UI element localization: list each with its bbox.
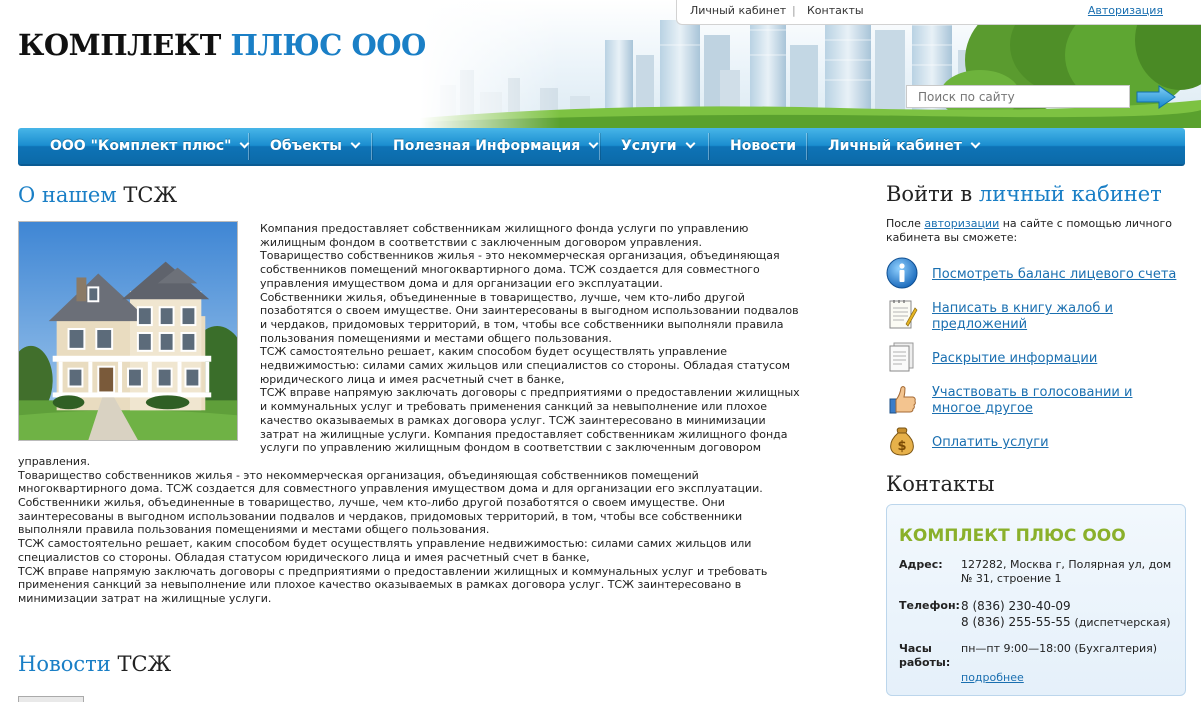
about-paragraph: ТСЖ вправе напрямую заключать договоры с… xyxy=(18,564,768,605)
nav-item-news[interactable]: Новости xyxy=(730,128,796,164)
phone-label: Телефон: xyxy=(899,599,960,612)
info-icon xyxy=(886,257,918,289)
nav-divider xyxy=(806,133,807,160)
address-label: Адрес: xyxy=(899,558,943,571)
phone-2-note: (диспетчерская) xyxy=(1074,616,1171,629)
voting-link[interactable]: Участвовать в голосовании и многое друго… xyxy=(932,385,1180,417)
nav-item-label: Личный кабинет xyxy=(828,138,962,154)
login-intro-text: После xyxy=(886,217,925,230)
chevron-down-icon xyxy=(970,138,981,149)
nav-item-services[interactable]: Услуги xyxy=(621,128,696,164)
notepad-icon xyxy=(889,300,918,329)
complaints-book-link[interactable]: Написать в книгу жалоб и предложений xyxy=(932,301,1180,333)
about-title-dark: ТСЖ xyxy=(123,183,178,207)
contacts-title: Контакты xyxy=(886,472,995,496)
main-nav: ООО "Комплект плюс" Объекты Полезная Инф… xyxy=(18,128,1185,166)
authorization-link[interactable]: авторизации xyxy=(924,217,999,230)
pay-services-link[interactable]: Оплатить услуги xyxy=(932,435,1180,451)
login-intro: После авторизации на сайте с помощью лич… xyxy=(886,217,1176,245)
about-title-blue: О нашем xyxy=(18,183,117,207)
logo-part-2: ПЛЮС ООО xyxy=(230,28,426,62)
phone-1: 8 (836) 230-40-09 xyxy=(961,599,1071,613)
auth-link[interactable]: Авторизация xyxy=(1088,4,1163,17)
nav-divider xyxy=(371,133,372,160)
search-submit-arrow-icon[interactable] xyxy=(1135,84,1177,110)
contacts-company-name: КОМПЛЕКТ ПЛЮС ООО xyxy=(899,526,1126,546)
header: КОМПЛЕКТ ПЛЮС ООО Личный кабинет | Конта… xyxy=(0,0,1201,128)
disclosure-link[interactable]: Раскрытие информации xyxy=(932,351,1180,367)
login-title-dark: Войти в xyxy=(886,182,973,206)
search-input[interactable] xyxy=(906,85,1130,108)
chevron-down-icon xyxy=(588,138,599,149)
contacts-title-text: Контакты xyxy=(886,472,995,496)
nav-item-label: ООО "Комплект плюс" xyxy=(50,138,232,154)
document-icon xyxy=(889,342,914,372)
nav-item-label: Услуги xyxy=(621,138,677,154)
news-title: Новости ТСЖ xyxy=(18,652,171,676)
nav-item-objects[interactable]: Объекты xyxy=(270,128,361,164)
balance-link[interactable]: Посмотреть баланс лицевого счета xyxy=(932,267,1180,283)
address-value: 127282, Москва г, Полярная ул, дом № 31,… xyxy=(961,558,1172,585)
nav-item-label: Объекты xyxy=(270,138,342,154)
about-title: О нашем ТСЖ xyxy=(18,183,177,207)
chevron-down-icon xyxy=(350,138,361,149)
nav-item-personal-cabinet[interactable]: Личный кабинет xyxy=(828,128,981,164)
nav-item-label: Новости xyxy=(730,138,797,154)
phone-2-row: 8 (836) 255-55-55 (диспетчерская) xyxy=(961,615,1176,630)
hours-value: пн—пт 9:00—18:00 (Бухгалтерия) xyxy=(961,642,1158,655)
nav-item-useful-info[interactable]: Полезная Информация xyxy=(393,128,599,164)
about-paragraph: Товарищество собственников жилья - это н… xyxy=(18,468,763,496)
nav-item-label: Полезная Информация xyxy=(393,138,581,154)
news-title-dark: ТСЖ xyxy=(117,652,172,676)
money-bag-icon: $ xyxy=(890,427,914,456)
top-link-cabinet[interactable]: Личный кабинет xyxy=(690,4,786,17)
nav-item-company[interactable]: ООО "Комплект плюс" xyxy=(50,128,250,164)
login-title-blue: личный кабинет xyxy=(978,182,1162,206)
nav-divider xyxy=(599,133,600,160)
contacts-box: КОМПЛЕКТ ПЛЮС ООО Адрес: 127282, Москва … xyxy=(886,504,1186,696)
house-photo xyxy=(18,221,238,441)
contacts-more-link[interactable]: подробнее xyxy=(961,671,1024,684)
news-title-blue: Новости xyxy=(18,652,111,676)
top-link-contacts[interactable]: Контакты xyxy=(807,4,864,17)
site-logo[interactable]: КОМПЛЕКТ ПЛЮС ООО xyxy=(18,28,426,62)
hours-label: Часы работы: xyxy=(899,642,951,669)
nav-divider xyxy=(708,133,709,160)
login-title: Войти в личный кабинет xyxy=(886,182,1162,206)
news-thumbnail[interactable] xyxy=(18,696,84,702)
top-link-separator: | xyxy=(792,4,796,17)
svg-text:$: $ xyxy=(897,439,906,454)
about-paragraph: Собственники жилья, объединенные в товар… xyxy=(18,496,743,537)
chevron-down-icon xyxy=(685,138,696,149)
about-paragraph: ТСЖ самостоятельно решает, каким способо… xyxy=(18,537,752,564)
top-links-bar: Личный кабинет | Контакты Авторизация xyxy=(676,0,1201,25)
thumbs-up-icon xyxy=(889,386,916,414)
nav-divider xyxy=(248,133,249,160)
phone-2: 8 (836) 255-55-55 xyxy=(961,615,1071,629)
logo-part-1: КОМПЛЕКТ xyxy=(18,28,221,62)
